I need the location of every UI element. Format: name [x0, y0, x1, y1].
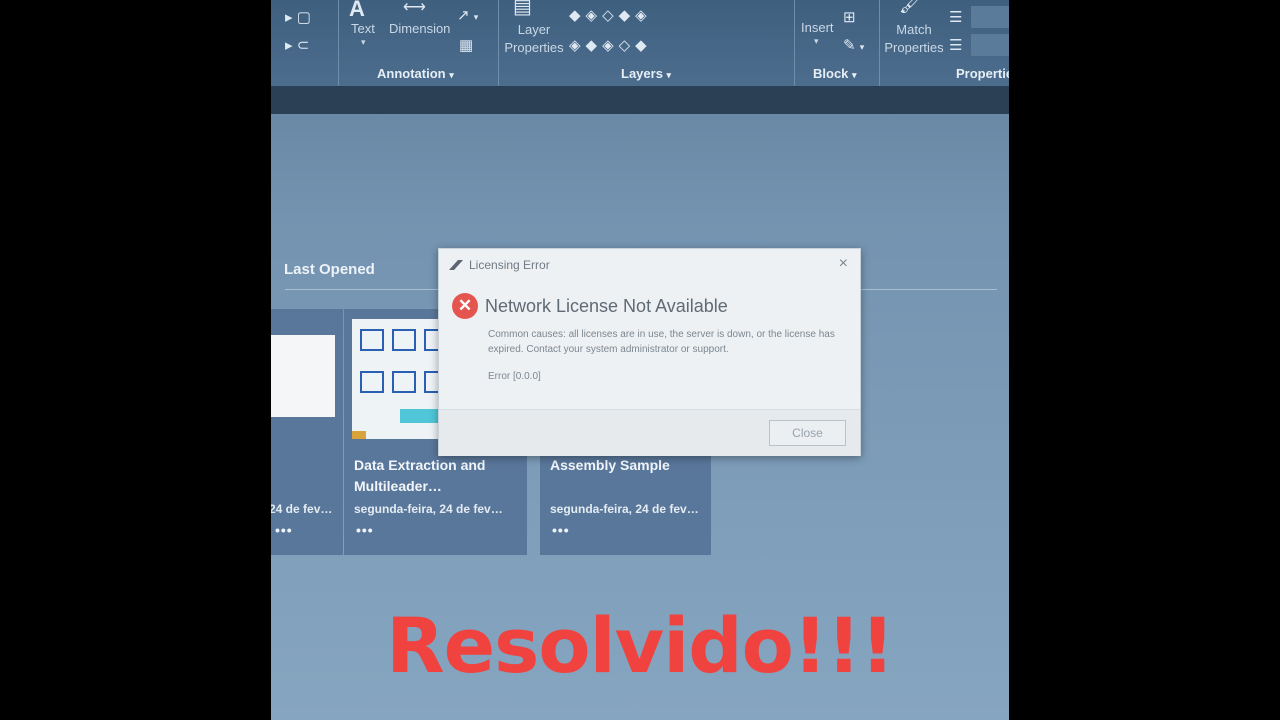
close-icon[interactable]: ×	[839, 255, 848, 273]
more-options-icon[interactable]: •••	[356, 522, 374, 538]
text-dropdown-icon[interactable]: ▾	[361, 37, 366, 48]
file-date: 24 de fev…	[271, 502, 333, 516]
layer-properties-label[interactable]: Layer Properties	[502, 21, 566, 57]
annotation-panel-title[interactable]: Annotation ▾	[377, 66, 454, 81]
more-options-icon[interactable]: •••	[552, 522, 570, 538]
file-title: Assembly Sample	[550, 457, 670, 473]
layer-tools-row1-icon[interactable]: ◆◈◇◆◈	[569, 6, 652, 24]
thumbnail-block-icon	[392, 371, 416, 393]
edit-block-icon[interactable]: ✎ ▾	[843, 36, 864, 54]
overlay-caption: Resolvido!!!	[386, 601, 895, 690]
layers-panel-title[interactable]: Layers ▾	[621, 66, 671, 81]
thumbnail-table-icon	[400, 409, 438, 423]
more-options-icon[interactable]: •••	[275, 522, 293, 538]
block-panel-title[interactable]: Block ▾	[813, 66, 857, 81]
text-tool-label[interactable]: Text	[351, 21, 375, 36]
error-icon: ✕	[452, 293, 478, 319]
file-date: segunda-feira, 24 de fev…	[354, 502, 503, 516]
autodesk-logo-icon	[449, 260, 463, 270]
create-block-icon[interactable]: ⊞	[843, 8, 856, 26]
dialog-titlebar: Licensing Error ×	[439, 249, 860, 283]
layer-properties-icon[interactable]: ▤	[513, 0, 532, 19]
dialog-title: Licensing Error	[469, 258, 550, 272]
licensing-error-dialog: Licensing Error × ✕ Network License Not …	[438, 248, 861, 456]
dialog-heading: Network License Not Available	[485, 296, 728, 316]
file-title: Data Extraction and Multileader…	[354, 457, 486, 494]
text-icon[interactable]: A	[349, 0, 365, 22]
ribbon-bottom-bar	[271, 86, 1009, 114]
table-icon[interactable]: ▦	[459, 36, 473, 54]
insert-dropdown-icon[interactable]: ▾	[814, 36, 819, 47]
photo-frame: ▸ ▢ ▸ ⊂ A Text ▾ ⟷ Dimension ↗ ▾ ▦ Annot…	[271, 0, 1009, 720]
ribbon: ▸ ▢ ▸ ⊂ A Text ▾ ⟷ Dimension ↗ ▾ ▦ Annot…	[271, 0, 1009, 86]
match-properties-label[interactable]: Match Properties	[884, 21, 944, 57]
leader-icon[interactable]: ↗ ▾	[457, 6, 478, 24]
error-code: Error [0.0.0]	[488, 371, 541, 382]
folder-icon	[352, 431, 366, 439]
dimension-icon[interactable]: ⟷	[403, 0, 426, 17]
file-date: segunda-feira, 24 de fev…	[550, 502, 699, 516]
properties-list-icon-2[interactable]: ☰	[949, 36, 962, 54]
linetype-dropdown[interactable]	[971, 34, 1009, 56]
draw-tools-icon[interactable]: ▸ ▢	[285, 8, 311, 26]
modify-tools-icon[interactable]: ▸ ⊂	[285, 36, 309, 54]
properties-panel-title[interactable]: Propertie	[956, 66, 1009, 81]
close-button[interactable]: Close	[769, 420, 846, 446]
recent-file-card-1[interactable]: 24 de fev… •••	[271, 309, 343, 555]
properties-list-icon[interactable]: ☰	[949, 8, 962, 26]
thumbnail-block-icon	[360, 329, 384, 351]
dialog-footer: Close	[439, 409, 860, 456]
file-thumbnail	[271, 335, 335, 417]
dialog-message: Common causes: all licenses are in use, …	[488, 329, 835, 355]
thumbnail-block-icon	[392, 329, 416, 351]
last-opened-heading: Last Opened	[284, 261, 375, 278]
color-dropdown[interactable]	[971, 6, 1009, 28]
insert-label[interactable]: Insert	[801, 20, 834, 35]
match-properties-icon[interactable]: 🖌	[899, 0, 922, 15]
dimension-tool-label[interactable]: Dimension	[389, 21, 450, 36]
layer-tools-row2-icon[interactable]: ◈◆◈◇◆	[569, 36, 652, 54]
thumbnail-block-icon	[360, 371, 384, 393]
